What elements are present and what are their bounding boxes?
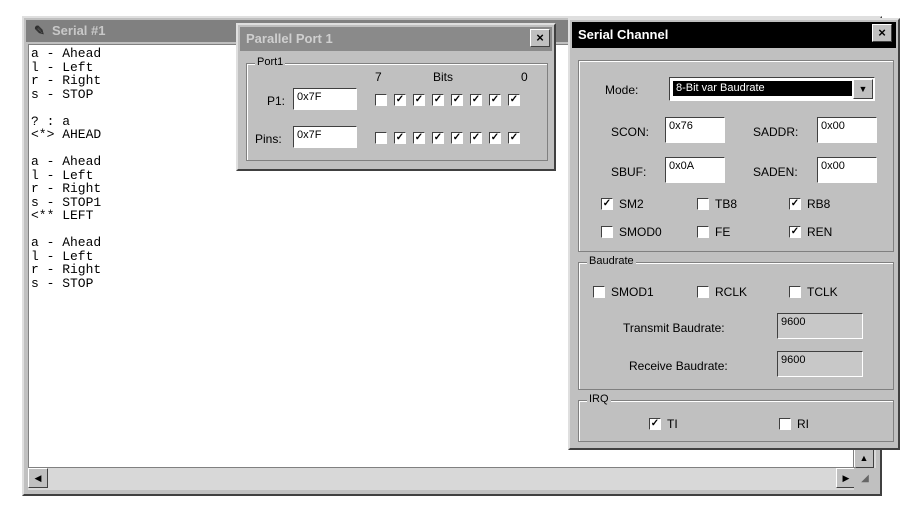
checkbox-box[interactable]: [789, 286, 801, 298]
resize-grip-icon[interactable]: ◢: [854, 468, 876, 490]
checkbox-label: RB8: [807, 197, 831, 211]
p1-bit-3-checkbox[interactable]: [451, 94, 463, 106]
checkbox-label: REN: [807, 225, 833, 239]
saddr-label: SADDR:: [753, 125, 799, 139]
irq-group-label: IRQ: [587, 393, 611, 405]
p1-bit-5-checkbox[interactable]: [413, 94, 425, 106]
checkbox-box[interactable]: [649, 418, 661, 430]
smod1-checkbox[interactable]: SMOD1: [593, 285, 654, 299]
tclk-checkbox[interactable]: TCLK: [789, 285, 838, 299]
baudrate-group: Baudrate SMOD1 RCLK TCLK Transmit Baudrate…: [578, 255, 894, 390]
horizontal-scrollbar[interactable]: ◀ ▶: [28, 467, 856, 490]
checkbox-label: FE: [715, 225, 731, 239]
pins-bit-5-checkbox[interactable]: [413, 132, 425, 144]
mode-select[interactable]: 8-Bit var Baudrate ▼: [669, 77, 875, 101]
terminal-icon: ✎: [34, 23, 45, 38]
rb8-checkbox[interactable]: RB8: [789, 197, 830, 211]
pins-bit-2-checkbox[interactable]: [470, 132, 482, 144]
pins-bit-1-checkbox[interactable]: [489, 132, 501, 144]
scroll-left-button[interactable]: ◀: [28, 468, 48, 488]
bit-low-label: 0: [521, 70, 528, 84]
port1-group: Port1 7 Bits 0 P1: 0x7F Pins: 0x7F: [246, 56, 548, 161]
ri-checkbox[interactable]: RI: [779, 417, 809, 431]
pins-label: Pins:: [255, 132, 282, 146]
checkbox-label: SMOD0: [619, 225, 662, 239]
transmit-baudrate-label: Transmit Baudrate:: [623, 321, 725, 335]
checkbox-label: SM2: [619, 197, 644, 211]
mode-value: 8-Bit var Baudrate: [673, 81, 852, 96]
p1-bit-0-checkbox[interactable]: [508, 94, 520, 106]
p1-label: P1:: [267, 94, 286, 108]
serial-terminal-title: Serial #1: [52, 23, 106, 38]
checkbox-box[interactable]: [697, 286, 709, 298]
p1-bit-6-checkbox[interactable]: [394, 94, 406, 106]
checkbox-box[interactable]: [697, 226, 709, 238]
checkbox-box[interactable]: [593, 286, 605, 298]
parallel-port-close-button[interactable]: ×: [530, 29, 550, 47]
tb8-checkbox[interactable]: TB8: [697, 197, 737, 211]
checkbox-label: RCLK: [715, 285, 748, 299]
saden-label: SADEN:: [753, 165, 798, 179]
p1-bit-2-checkbox[interactable]: [470, 94, 482, 106]
parallel-port-title: Parallel Port 1: [246, 31, 333, 46]
saden-field[interactable]: 0x00: [817, 157, 877, 183]
checkbox-box[interactable]: [789, 226, 801, 238]
pins-bit-0-checkbox[interactable]: [508, 132, 520, 144]
sbuf-label: SBUF:: [611, 165, 647, 179]
checkbox-box[interactable]: [697, 198, 709, 210]
pins-bit-3-checkbox[interactable]: [451, 132, 463, 144]
saddr-field[interactable]: 0x00: [817, 117, 877, 143]
checkbox-box[interactable]: [779, 418, 791, 430]
rclk-checkbox[interactable]: RCLK: [697, 285, 747, 299]
transmit-baudrate-field: 9600: [777, 313, 863, 339]
serial-channel-window: Serial Channel × Mode: 8-Bit var Baudrat…: [568, 18, 900, 450]
serial-main-group: Mode: 8-Bit var Baudrate ▼ SCON: 0x76 SA…: [578, 60, 894, 252]
checkbox-label: RI: [797, 417, 809, 431]
parallel-port-titlebar[interactable]: Parallel Port 1: [240, 27, 552, 51]
sbuf-field[interactable]: 0x0A: [665, 157, 725, 183]
serial-channel-close-button[interactable]: ×: [872, 24, 892, 42]
checkbox-label: TB8: [715, 197, 738, 211]
ti-checkbox[interactable]: TI: [649, 417, 678, 431]
receive-baudrate-field: 9600: [777, 351, 863, 377]
pins-bit-6-checkbox[interactable]: [394, 132, 406, 144]
serial-channel-titlebar[interactable]: Serial Channel: [572, 22, 896, 48]
checkbox-label: TI: [667, 417, 678, 431]
chevron-down-icon[interactable]: ▼: [853, 79, 873, 99]
p1-bit-7-checkbox[interactable]: [375, 94, 387, 106]
baudrate-group-label: Baudrate: [587, 255, 636, 267]
scon-field[interactable]: 0x76: [665, 117, 725, 143]
port1-group-label: Port1: [255, 56, 286, 68]
checkbox-box[interactable]: [789, 198, 801, 210]
fe-checkbox[interactable]: FE: [697, 225, 730, 239]
receive-baudrate-label: Receive Baudrate:: [629, 359, 728, 373]
p1-field[interactable]: 0x7F: [293, 88, 357, 110]
p1-bit-1-checkbox[interactable]: [489, 94, 501, 106]
serial-channel-title: Serial Channel: [578, 27, 669, 42]
bits-label: Bits: [433, 70, 454, 84]
pins-field[interactable]: 0x7F: [293, 126, 357, 148]
sm2-checkbox[interactable]: SM2: [601, 197, 644, 211]
p1-bit-4-checkbox[interactable]: [432, 94, 444, 106]
checkbox-label: SMOD1: [611, 285, 654, 299]
checkbox-label: TCLK: [807, 285, 838, 299]
bit-high-label: 7: [375, 70, 382, 84]
pins-bit-7-checkbox[interactable]: [375, 132, 387, 144]
irq-group: IRQ TI RI: [578, 393, 894, 442]
smod0-checkbox[interactable]: SMOD0: [601, 225, 662, 239]
parallel-port-window: Parallel Port 1 × Port1 7 Bits 0 P1: 0x7…: [236, 23, 556, 171]
checkbox-box[interactable]: [601, 226, 613, 238]
ren-checkbox[interactable]: REN: [789, 225, 832, 239]
pins-bit-4-checkbox[interactable]: [432, 132, 444, 144]
scon-label: SCON:: [611, 125, 650, 139]
scroll-right-button[interactable]: ▶: [836, 468, 856, 488]
checkbox-box[interactable]: [601, 198, 613, 210]
mode-label: Mode:: [605, 83, 639, 97]
scroll-up-button[interactable]: ▲: [854, 448, 874, 468]
